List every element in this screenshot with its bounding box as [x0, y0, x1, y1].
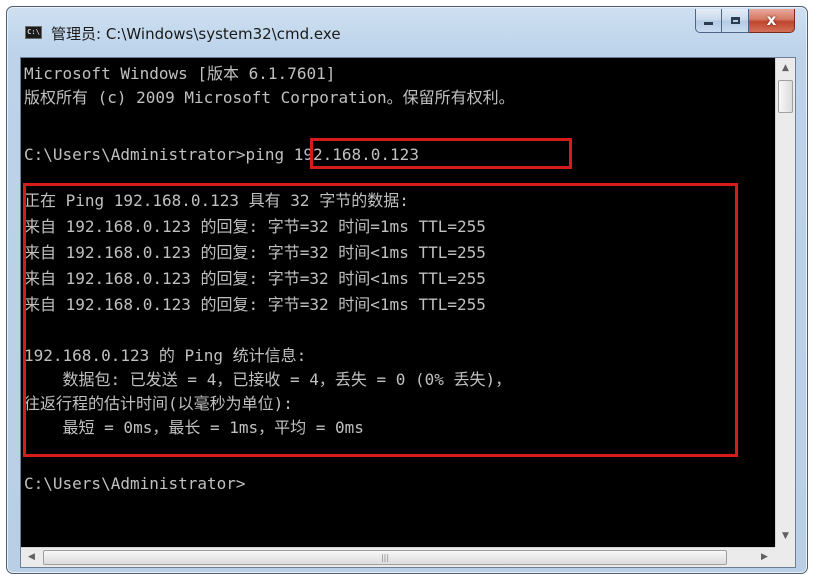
prompt-line: C:\Users\Administrator>: [24, 474, 246, 493]
scroll-up-icon[interactable]: ▲: [776, 60, 795, 77]
ping-stats-packets: 数据包: 已发送 = 4，已接收 = 4，丢失 = 0 (0% 丢失)，: [24, 370, 512, 389]
minimize-icon: [704, 22, 713, 25]
scroll-right-icon[interactable]: ▶: [756, 548, 773, 567]
scroll-down-icon[interactable]: ▼: [776, 528, 795, 545]
console-line: 版权所有 (c) 2009 Microsoft Corporation。保留所有…: [24, 88, 515, 107]
console-area[interactable]: Microsoft Windows [版本 6.1.7601] 版权所有 (c)…: [20, 57, 796, 568]
cmd-window: C:\ 管理员: C:\Windows\system32\cmd.exe x M…: [6, 6, 808, 574]
title-bar[interactable]: C:\ 管理员: C:\Windows\system32\cmd.exe x: [7, 7, 807, 51]
maximize-button[interactable]: [722, 9, 749, 33]
cmd-app-icon[interactable]: C:\: [25, 26, 42, 39]
horizontal-scroll-thumb[interactable]: |||: [43, 550, 727, 565]
ping-reply-line: 来自 192.168.0.123 的回复: 字节=32 时间=1ms TTL=2…: [24, 217, 486, 236]
caption-buttons: x: [695, 9, 795, 35]
ping-rtt-title: 往返行程的估计时间(以毫秒为单位):: [24, 394, 293, 413]
resize-grip[interactable]: [775, 547, 795, 567]
close-icon: x: [766, 11, 777, 29]
vertical-scrollbar[interactable]: ▲ ▼: [775, 58, 795, 547]
ping-stats-title: 192.168.0.123 的 Ping 统计信息:: [24, 346, 307, 365]
console-output[interactable]: Microsoft Windows [版本 6.1.7601] 版权所有 (c)…: [21, 58, 775, 547]
ping-command-line: C:\Users\Administrator>ping 192.168.0.12…: [24, 145, 419, 164]
ping-rtt-values: 最短 = 0ms，最长 = 1ms，平均 = 0ms: [24, 418, 364, 437]
minimize-button[interactable]: [695, 9, 722, 33]
scroll-left-icon[interactable]: ◀: [23, 548, 40, 567]
vertical-scroll-thumb[interactable]: [778, 80, 793, 113]
window-title: 管理员: C:\Windows\system32\cmd.exe: [51, 25, 341, 43]
ping-reply-line: 来自 192.168.0.123 的回复: 字节=32 时间<1ms TTL=2…: [24, 295, 486, 314]
horizontal-scrollbar[interactable]: ◀ ||| ▶: [21, 547, 775, 567]
ping-reply-line: 来自 192.168.0.123 的回复: 字节=32 时间<1ms TTL=2…: [24, 243, 486, 262]
console-line: Microsoft Windows [版本 6.1.7601]: [24, 64, 336, 83]
ping-reply-line: 来自 192.168.0.123 的回复: 字节=32 时间<1ms TTL=2…: [24, 269, 486, 288]
maximize-icon: [730, 17, 740, 24]
close-button[interactable]: x: [749, 9, 795, 33]
ping-header-line: 正在 Ping 192.168.0.123 具有 32 字节的数据:: [24, 191, 409, 210]
